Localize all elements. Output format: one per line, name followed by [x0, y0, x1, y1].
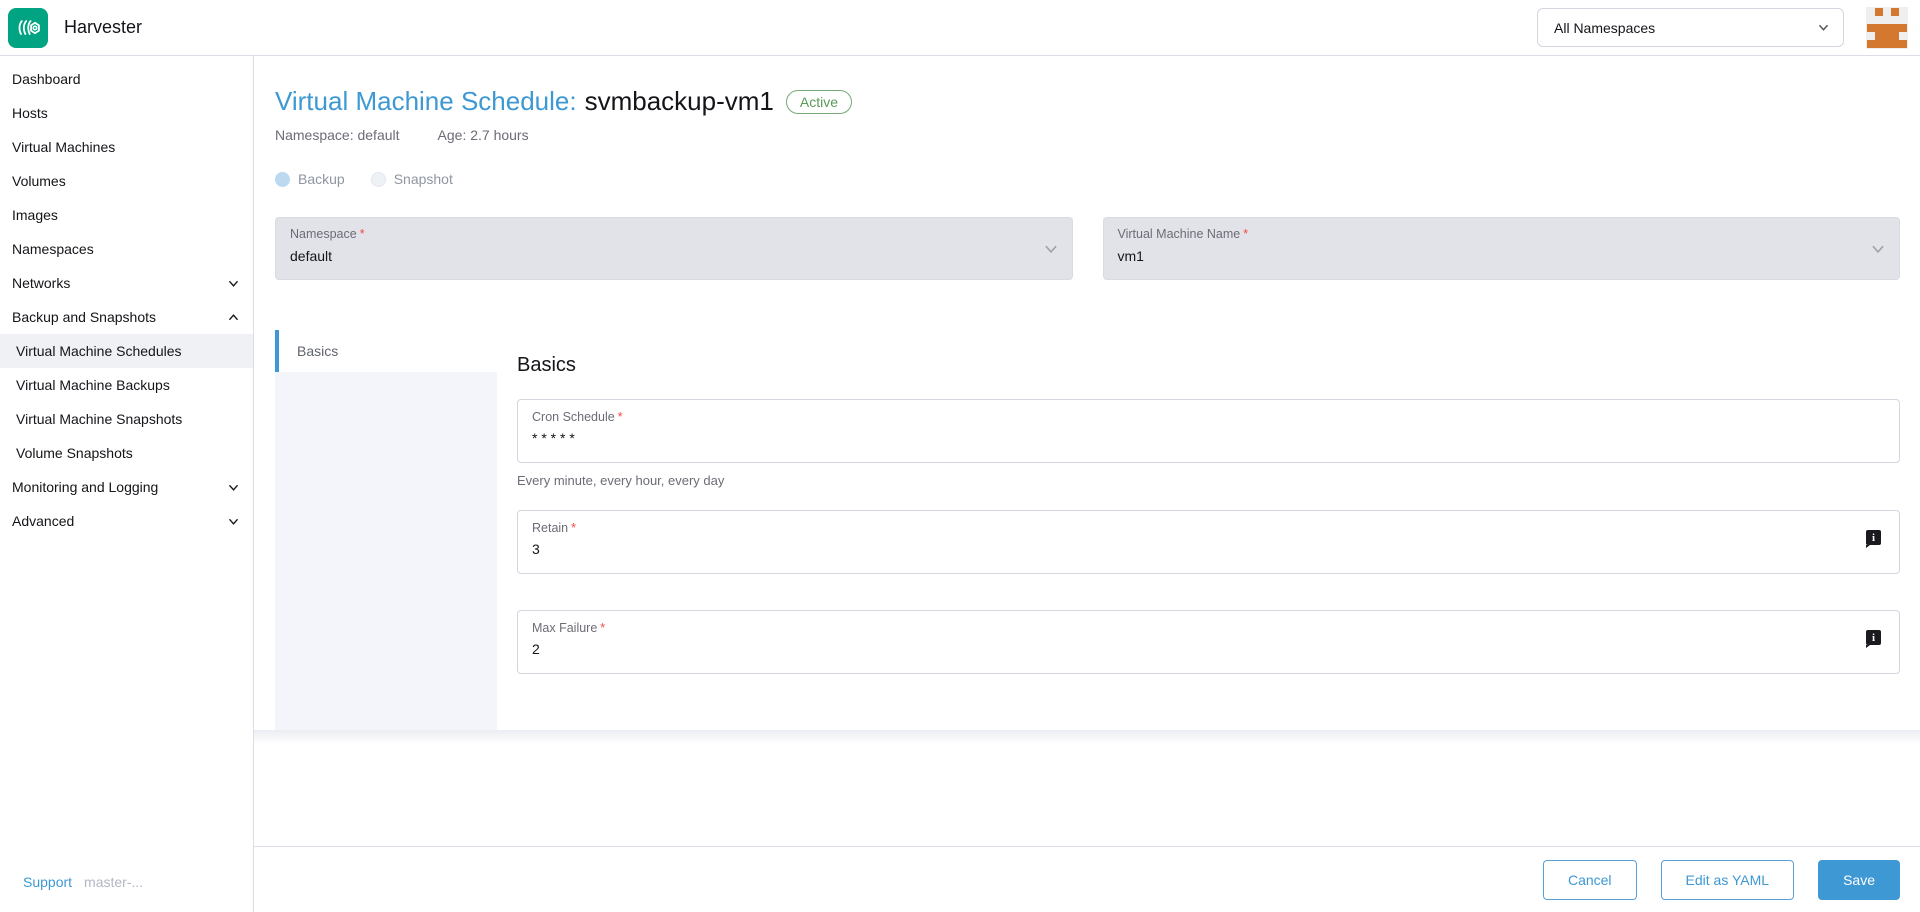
sidebar-item-virtual-machines[interactable]: Virtual Machines	[0, 130, 253, 164]
meta-namespace: Namespace: default	[275, 127, 400, 143]
top-nav: Harvester All Namespaces	[0, 0, 1920, 56]
brand-title: Harvester	[64, 17, 142, 38]
save-button[interactable]: Save	[1818, 860, 1900, 900]
radio-unselected-icon	[371, 172, 386, 187]
namespace-filter-value: All Namespaces	[1554, 20, 1655, 36]
page-title-link[interactable]: Virtual Machine Schedule:	[275, 86, 577, 117]
required-marker: *	[600, 621, 605, 635]
page-title: Virtual Machine Schedule: svmbackup-vm1 …	[275, 86, 1900, 117]
required-marker: *	[1243, 227, 1248, 241]
page-head: Virtual Machine Schedule: svmbackup-vm1 …	[275, 86, 1900, 143]
namespace-select[interactable]: Namespace* default	[275, 217, 1073, 280]
sidebar-footer: Support master-...	[23, 874, 143, 890]
sidebar-item-images[interactable]: Images	[0, 198, 253, 232]
vm-name-select[interactable]: Virtual Machine Name* vm1	[1103, 217, 1901, 280]
max-failure-field: Max Failure* i	[517, 610, 1900, 674]
header-right: All Namespaces	[1537, 7, 1908, 49]
cron-helper-text: Every minute, every hour, every day	[517, 473, 1900, 488]
chevron-down-icon	[228, 482, 239, 493]
brand: Harvester	[8, 8, 142, 48]
action-bar: Cancel Edit as YAML Save	[254, 846, 1920, 912]
cancel-button[interactable]: Cancel	[1543, 860, 1637, 900]
info-icon[interactable]: i	[1866, 630, 1881, 645]
required-marker: *	[571, 521, 576, 535]
namespace-filter-select[interactable]: All Namespaces	[1537, 8, 1844, 47]
sidebar-item-volume-snapshots[interactable]: Volume Snapshots	[0, 436, 253, 470]
cron-schedule-input[interactable]	[532, 430, 1748, 446]
section-title: Basics	[517, 354, 1900, 377]
required-marker: *	[618, 410, 623, 424]
harvester-logo-icon[interactable]	[8, 8, 48, 48]
retain-field: Retain* i	[517, 510, 1900, 574]
radio-selected-icon	[275, 172, 290, 187]
status-badge: Active	[786, 90, 852, 114]
avatar[interactable]	[1866, 7, 1908, 49]
form-panel: Basics Basics Cron Schedule* Every minut…	[275, 330, 1900, 730]
main-content: Virtual Machine Schedule: svmbackup-vm1 …	[254, 56, 1920, 912]
schedule-type-radio-group: Backup Snapshot	[275, 171, 1900, 187]
version-label: master-...	[84, 874, 143, 890]
radio-snapshot[interactable]: Snapshot	[371, 171, 453, 187]
tab-column-spacer	[275, 372, 497, 730]
meta-age: Age: 2.7 hours	[438, 127, 529, 143]
tab-column: Basics	[275, 330, 497, 730]
info-icon[interactable]: i	[1866, 530, 1881, 545]
sidebar: Dashboard Hosts Virtual Machines Volumes…	[0, 56, 254, 912]
select-row: Namespace* default Virtual Machine Name*…	[275, 217, 1900, 280]
sidebar-group-monitoring-and-logging[interactable]: Monitoring and Logging	[0, 470, 253, 504]
namespace-select-value: default	[290, 248, 1056, 264]
chevron-down-icon	[228, 278, 239, 289]
app-window: Harvester All Namespaces Dashboard Hosts…	[0, 0, 1920, 912]
radio-backup[interactable]: Backup	[275, 171, 345, 187]
chevron-down-icon	[1871, 242, 1885, 256]
chevron-down-icon	[1044, 242, 1058, 256]
sidebar-item-dashboard[interactable]: Dashboard	[0, 62, 253, 96]
chevron-down-icon	[228, 516, 239, 527]
retain-input[interactable]	[532, 541, 1748, 557]
sidebar-item-volumes[interactable]: Volumes	[0, 164, 253, 198]
sidebar-group-advanced[interactable]: Advanced	[0, 504, 253, 538]
sidebar-item-virtual-machine-backups[interactable]: Virtual Machine Backups	[0, 368, 253, 402]
sidebar-item-namespaces[interactable]: Namespaces	[0, 232, 253, 266]
sidebar-item-virtual-machine-snapshots[interactable]: Virtual Machine Snapshots	[0, 402, 253, 436]
sidebar-group-networks[interactable]: Networks	[0, 266, 253, 300]
sidebar-item-hosts[interactable]: Hosts	[0, 96, 253, 130]
chevron-up-icon	[228, 312, 239, 323]
required-marker: *	[360, 227, 365, 241]
sidebar-group-backup-and-snapshots[interactable]: Backup and Snapshots	[0, 300, 253, 334]
max-failure-input[interactable]	[532, 641, 1748, 657]
page-title-name: svmbackup-vm1	[585, 86, 774, 117]
tab-basics[interactable]: Basics	[275, 330, 497, 372]
page-meta: Namespace: default Age: 2.7 hours	[275, 127, 1900, 143]
panel-bottom-shadow	[254, 730, 1920, 744]
edit-as-yaml-button[interactable]: Edit as YAML	[1661, 860, 1795, 900]
sidebar-item-virtual-machine-schedules[interactable]: Virtual Machine Schedules	[0, 334, 253, 368]
support-link[interactable]: Support	[23, 874, 72, 890]
cron-schedule-field: Cron Schedule*	[517, 399, 1900, 463]
vm-name-select-value: vm1	[1118, 248, 1884, 264]
chevron-down-icon	[1818, 22, 1829, 33]
panel-body: Basics Cron Schedule* Every minute, ever…	[497, 330, 1900, 730]
